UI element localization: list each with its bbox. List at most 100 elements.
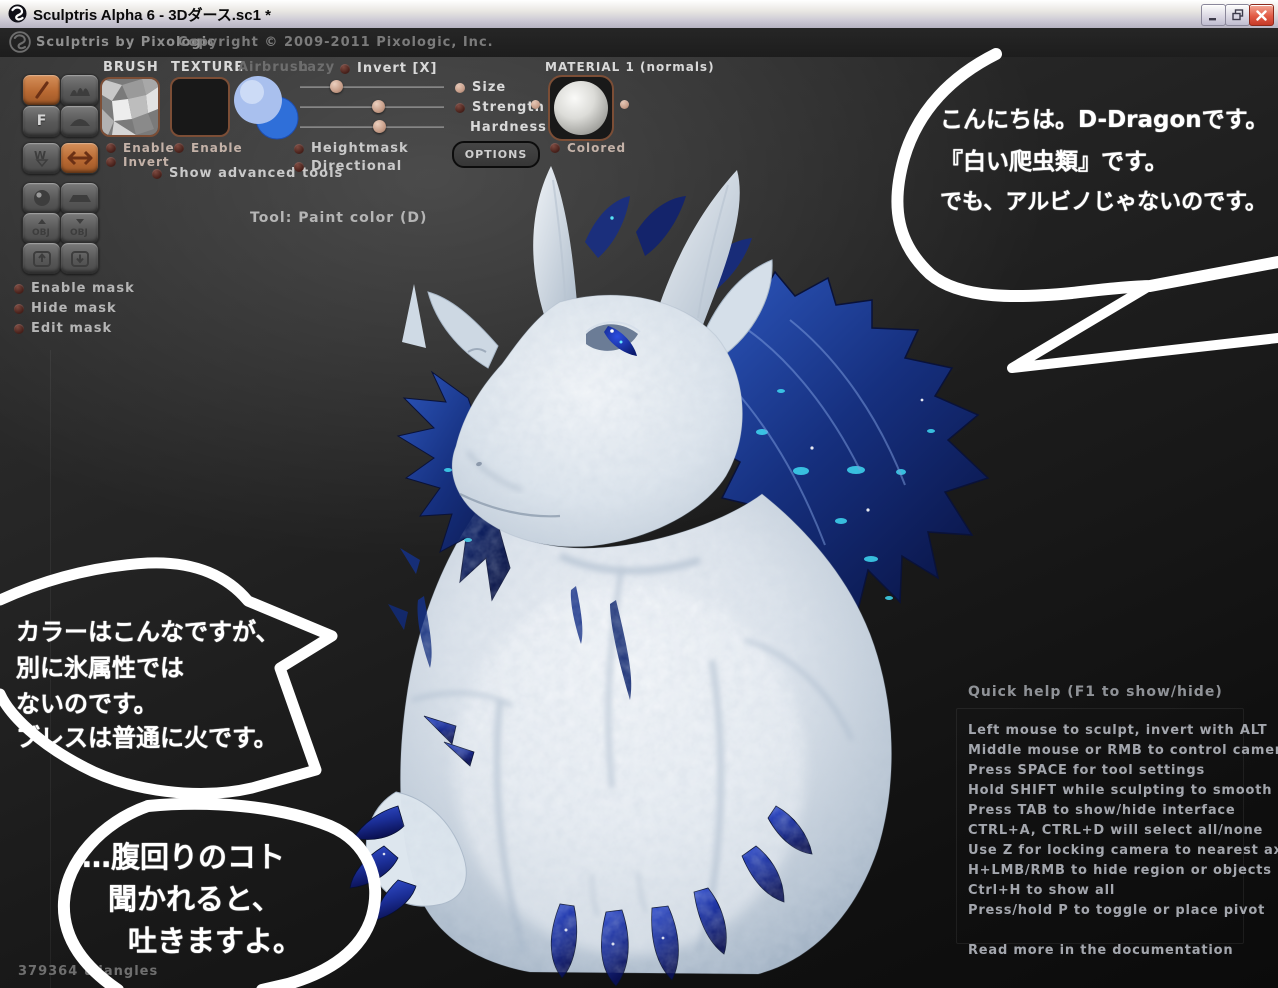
window-title: Sculptris Alpha 6 - 3Dダース.sc1 *: [33, 4, 271, 25]
svg-text:OBJ: OBJ: [32, 228, 50, 238]
sphere-icon: [32, 188, 52, 208]
heightmask-option[interactable]: Heightmask: [294, 141, 409, 156]
import-obj-icon: OBJ: [29, 217, 55, 239]
crease-button[interactable]: [60, 74, 99, 106]
bubble3-line2: 聞かれると、: [108, 876, 281, 918]
export-obj-button[interactable]: OBJ: [60, 212, 99, 244]
paint-brush-button[interactable]: [22, 74, 61, 106]
title-bar[interactable]: Sculptris Alpha 6 - 3Dダース.sc1 *: [0, 0, 1278, 29]
smooth-icon: [68, 112, 92, 130]
hardness-label[interactable]: Hardness: [470, 120, 547, 135]
hardness-slider[interactable]: [300, 126, 444, 128]
bubble3-line3: 吐きますよ。: [128, 918, 302, 960]
restore-icon: [1232, 9, 1244, 21]
texture-thumbnail[interactable]: [170, 77, 230, 137]
bubble2-line4: ブレスは普通に火です。: [16, 718, 278, 753]
bubble2-line2: 別に氷属性では: [16, 648, 184, 683]
flatten-button[interactable]: F: [22, 105, 61, 137]
paint-color-picker[interactable]: [232, 74, 302, 142]
quick-help-title: Quick help (F1 to show/hide): [968, 684, 1223, 700]
heightmask-label: Heightmask: [311, 141, 409, 156]
copyright-text: Copyright © 2009-2011 Pixologic, Inc.: [178, 35, 494, 50]
import-obj-button[interactable]: OBJ: [22, 212, 61, 244]
wireframe-button[interactable]: W: [22, 142, 61, 174]
sculptris-logo-icon: [9, 31, 31, 53]
material-section-label: MATERIAL 1 (normals): [545, 60, 715, 74]
paint-brush-icon: [31, 80, 53, 100]
minimize-icon: [1208, 10, 1219, 21]
quick-help-item: Middle mouse or RMB to control camera: [968, 743, 1278, 758]
invert-x-option[interactable]: Invert [X]: [340, 61, 437, 76]
texture-enable-label: Enable: [191, 141, 243, 155]
save-file-icon: [70, 248, 90, 268]
hide-mask-option[interactable]: Hide mask: [14, 301, 117, 316]
size-label: Size: [472, 80, 506, 95]
strength-radio: [455, 103, 465, 113]
bubble3-line1: …腹回りのコト: [82, 834, 285, 876]
minimize-button[interactable]: [1201, 4, 1226, 26]
quick-help-item: Ctrl+H to show all: [968, 883, 1115, 898]
brush-section-label: BRUSH: [103, 60, 159, 75]
texture-enable-option[interactable]: Enable: [174, 141, 243, 155]
directional-radio: [294, 162, 304, 172]
open-file-icon: [32, 248, 52, 268]
app-header: Sculptris by Pixologic Copyright © 2009-…: [0, 28, 1278, 57]
brush-thumbnail[interactable]: [100, 77, 160, 137]
bubble1-line2: 『白い爬虫類』です。: [940, 142, 1168, 176]
quick-help-item: H+LMB/RMB to hide region or objects: [968, 863, 1272, 878]
close-icon: [1256, 10, 1267, 21]
material-thumbnail[interactable]: [548, 75, 614, 141]
strength-slider[interactable]: [300, 106, 444, 108]
brush-invert-radio: [106, 157, 116, 167]
material-next-arrow[interactable]: [620, 100, 629, 109]
symmetry-button[interactable]: [60, 142, 99, 174]
wireframe-icon: W: [30, 148, 54, 168]
symmetry-icon: [67, 150, 93, 166]
close-button[interactable]: [1249, 4, 1274, 26]
brush-enable-option[interactable]: Enable: [106, 141, 175, 155]
plane-icon: [67, 190, 93, 206]
quick-help-item: Left mouse to sculpt, invert with ALT: [968, 723, 1267, 738]
export-obj-icon: OBJ: [67, 217, 93, 239]
quick-help-item: CTRL+A, CTRL+D will select all/none: [968, 823, 1263, 838]
crease-icon: [68, 81, 92, 99]
directional-option[interactable]: Directional: [294, 159, 402, 174]
save-file-button[interactable]: [60, 242, 99, 274]
new-plane-button[interactable]: [60, 182, 99, 214]
material-prev-arrow[interactable]: [531, 100, 540, 109]
enable-mask-option[interactable]: Enable mask: [14, 281, 135, 296]
texture-enable-radio: [174, 143, 184, 153]
quick-help-item: Hold SHIFT while sculpting to smooth: [968, 783, 1272, 798]
bubble1-line3: でも、アルビノじゃないのです。: [940, 184, 1267, 216]
strength-slider-knob[interactable]: [372, 100, 385, 113]
tool-status: Tool: Paint color (D): [250, 210, 427, 226]
invert-x-label: Invert [X]: [357, 61, 437, 76]
colored-radio: [550, 143, 560, 153]
quick-help-item: Press SPACE for tool settings: [968, 763, 1205, 778]
options-button[interactable]: OPTIONS: [452, 141, 540, 168]
material-sphere-preview: [554, 81, 608, 135]
quick-help-item: Use Z for locking camera to nearest axis: [968, 843, 1278, 858]
restore-button[interactable]: [1225, 4, 1250, 26]
triangle-count: 379364 triangles: [18, 964, 158, 979]
svg-text:OBJ: OBJ: [70, 228, 88, 238]
quick-help-item: Press/hold P to toggle or place pivot: [968, 903, 1265, 918]
sculptris-window: Sculptris Alpha 6 - 3Dダース.sc1 * Sculptri…: [0, 0, 1278, 988]
size-slider[interactable]: [300, 86, 444, 88]
enable-mask-label: Enable mask: [31, 281, 135, 296]
bubble2-line1: カラーはこんなですが、: [16, 612, 280, 647]
edit-mask-label: Edit mask: [31, 321, 112, 336]
invert-x-radio: [340, 64, 350, 74]
edit-mask-option[interactable]: Edit mask: [14, 321, 112, 336]
size-option[interactable]: Size: [455, 80, 506, 95]
bubble2-line3: ないのです。: [16, 684, 158, 719]
smooth-button[interactable]: [60, 105, 99, 137]
colored-option[interactable]: Colored: [550, 141, 626, 155]
enable-mask-radio: [14, 284, 24, 294]
lazy-label[interactable]: Lazy: [298, 60, 335, 75]
directional-label: Directional: [311, 159, 402, 174]
open-file-button[interactable]: [22, 242, 61, 274]
new-sphere-button[interactable]: [22, 182, 61, 214]
hide-mask-label: Hide mask: [31, 301, 117, 316]
flatten-icon: F: [37, 113, 47, 129]
